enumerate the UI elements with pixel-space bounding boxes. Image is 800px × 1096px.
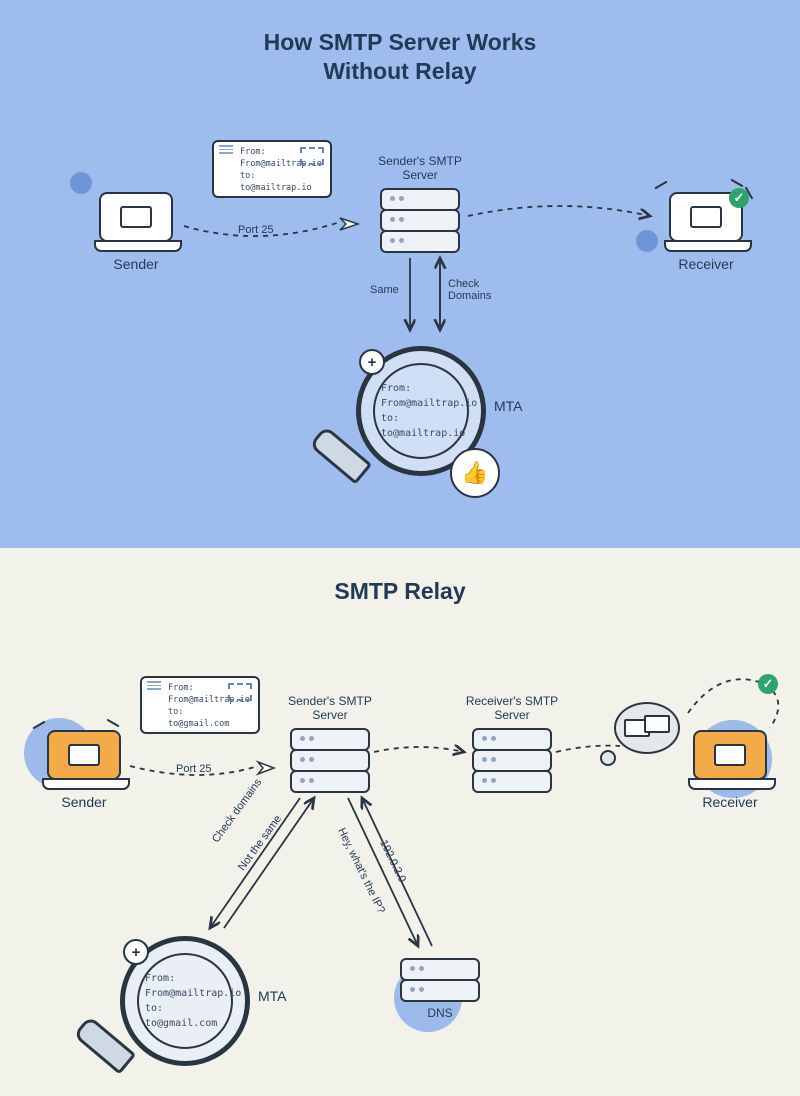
receiver-laptop-icon: ✓ Receiver <box>664 192 748 252</box>
mta-label: MTA <box>494 398 523 414</box>
sender-laptop-icon: Sender <box>94 192 178 252</box>
receiver-smtp-server-icon: Receiver's SMTP Server <box>472 728 552 791</box>
sender-smtp-server-icon: Sender's SMTP Server <box>380 188 460 251</box>
ip-value-label: 192.0.2.0 <box>377 838 408 884</box>
port-label: Port 25 <box>238 224 273 236</box>
stamp-icon <box>300 147 324 165</box>
sender-laptop-icon: Sender <box>42 730 126 790</box>
same-label: Same <box>370 284 399 296</box>
panel-title: How SMTP Server Works Without Relay <box>0 28 800 86</box>
mta-magnifier-icon: + From: From@mailtrap.io to: to@gmail.co… <box>120 936 250 1066</box>
dns-label: DNS <box>380 1006 500 1020</box>
dns-server-icon: DNS <box>400 958 480 1000</box>
decor-circle <box>70 172 92 194</box>
panel-relay: SMTP Relay Sender From: <box>0 548 800 1096</box>
check-domains-label: Check Domains <box>448 278 491 302</box>
receiver-label: Receiver <box>688 794 772 810</box>
receiver-laptop-icon: Receiver <box>688 730 772 790</box>
check-icon: ✓ <box>729 188 749 208</box>
plus-icon: + <box>359 349 385 375</box>
panel-without-relay: How SMTP Server Works Without Relay Send… <box>0 0 800 548</box>
email-card: From: From@mailtrap.io to: to@gmail.com <box>140 676 260 734</box>
email-card: From: From@mailtrap.io to: to@mailtrap.i… <box>212 140 332 198</box>
bubble-dot-icon <box>600 750 616 766</box>
not-same-label: Not the same <box>236 813 284 873</box>
receiver-label: Receiver <box>664 256 748 272</box>
thumbs-up-icon: 👍 <box>450 448 500 498</box>
decor-circle <box>636 230 658 252</box>
mta-label: MTA <box>258 988 287 1004</box>
sender-label: Sender <box>42 794 126 810</box>
check-icon: ✓ <box>758 674 778 694</box>
port-label: Port 25 <box>176 763 211 775</box>
panel-title: SMTP Relay <box>0 578 800 605</box>
sender-label: Sender <box>94 256 178 272</box>
ip-question-label: Hey, what's the IP? <box>335 826 387 915</box>
check-domains-label: Check domains <box>210 777 264 845</box>
sender-smtp-server-icon: Sender's SMTP Server <box>290 728 370 791</box>
plus-icon: + <box>123 939 149 965</box>
thought-bubble-icon <box>614 702 680 754</box>
stamp-icon <box>228 683 252 701</box>
